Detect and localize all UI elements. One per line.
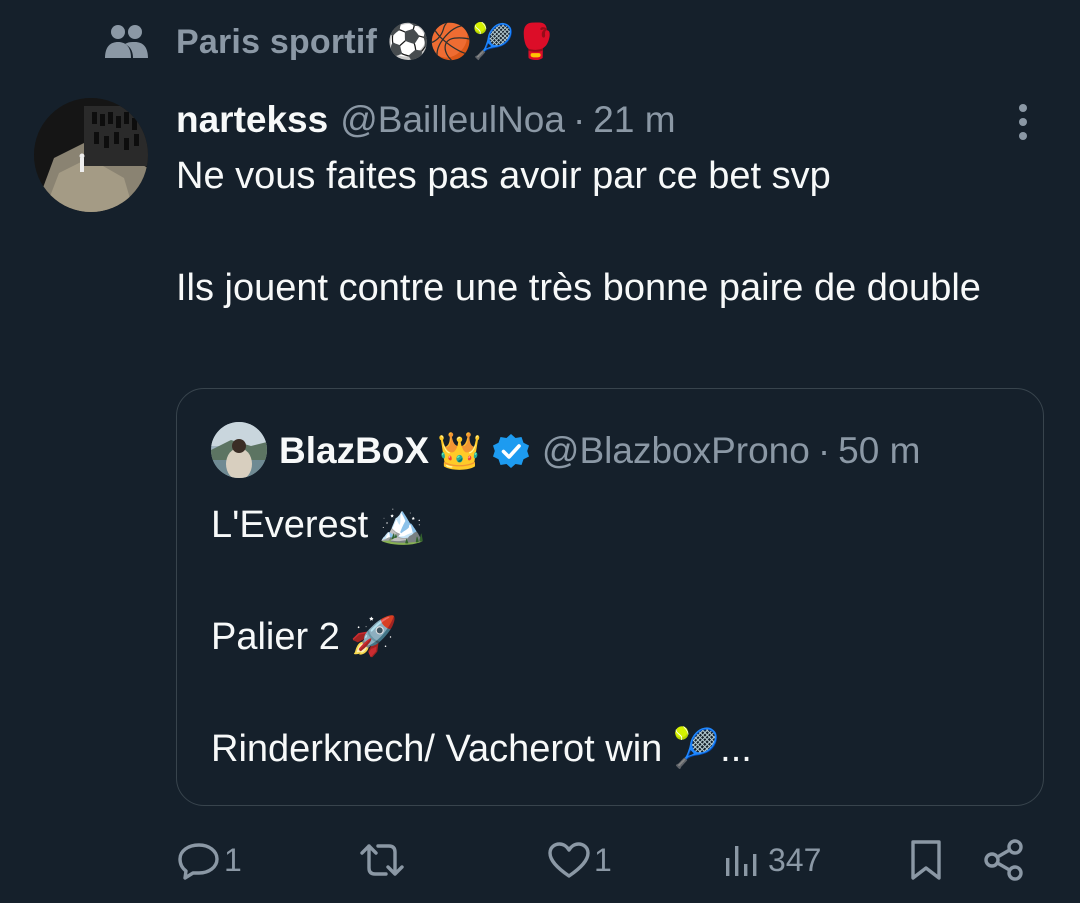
quoted-line: L'Everest 🏔️ bbox=[211, 504, 427, 546]
quoted-tweet-time: 50 m bbox=[838, 430, 921, 471]
like-count: 1 bbox=[594, 841, 612, 878]
quoted-tweet[interactable]: BlazBoX 👑 @BlazboxProno · 50 m L'Everest… bbox=[176, 388, 1044, 806]
view-count: 347 bbox=[768, 841, 822, 878]
tweet-line: Ne vous faites pas avoir par ce bet svp bbox=[176, 155, 831, 197]
tweet-text: Ne vous faites pas avoir par ce bet svp … bbox=[176, 148, 1016, 316]
author-avatar[interactable] bbox=[34, 98, 148, 212]
repost-icon bbox=[360, 844, 404, 876]
community-emojis: ⚽🏀🎾🥊 bbox=[387, 22, 558, 62]
separator-dot: · bbox=[817, 430, 831, 471]
verified-badge-icon bbox=[492, 434, 529, 468]
like-button[interactable]: 1 bbox=[546, 832, 612, 888]
quoted-line: Palier 2 🚀 bbox=[211, 616, 398, 658]
quoted-tweet-header: BlazBoX 👑 @BlazboxProno · 50 m bbox=[279, 425, 920, 477]
crown-emoji: 👑 bbox=[437, 431, 482, 472]
share-button[interactable] bbox=[982, 832, 1026, 888]
tweet-actions: 1 1 347 bbox=[176, 832, 1036, 888]
quoted-author-handle: @BlazboxProno bbox=[541, 430, 810, 471]
quoted-line: Rinderknech/ Vacherot win 🎾... bbox=[211, 728, 752, 770]
views-button[interactable]: 347 bbox=[722, 832, 821, 888]
heart-icon bbox=[548, 842, 590, 878]
tweet-header: nartekss @BailleulNoa · 21 m bbox=[176, 94, 676, 146]
more-options-icon[interactable] bbox=[1006, 100, 1040, 144]
reply-icon bbox=[178, 843, 219, 880]
repost-button[interactable] bbox=[358, 832, 408, 888]
separator-dot: · bbox=[572, 99, 586, 140]
quoted-author-avatar bbox=[211, 422, 267, 478]
community-header[interactable]: Paris sportif ⚽🏀🎾🥊 bbox=[102, 14, 557, 70]
views-icon bbox=[726, 846, 757, 876]
reply-button[interactable]: 1 bbox=[176, 832, 242, 888]
quoted-tweet-text: L'Everest 🏔️ Palier 2 🚀 Rinderknech/ Vac… bbox=[211, 497, 1021, 777]
share-icon bbox=[984, 839, 1023, 881]
community-name[interactable]: Paris sportif bbox=[176, 23, 377, 62]
bookmark-button[interactable] bbox=[906, 832, 946, 888]
bookmark-icon bbox=[911, 840, 941, 880]
tweet-time[interactable]: 21 m bbox=[593, 99, 675, 141]
author-handle[interactable]: @BailleulNoa bbox=[340, 99, 565, 141]
reply-count: 1 bbox=[224, 841, 242, 878]
author-name[interactable]: nartekss bbox=[176, 99, 328, 141]
tweet-line: Ils jouent contre une très bonne paire d… bbox=[176, 267, 981, 309]
community-icon bbox=[105, 25, 148, 58]
quoted-author-name: BlazBoX bbox=[279, 430, 430, 471]
